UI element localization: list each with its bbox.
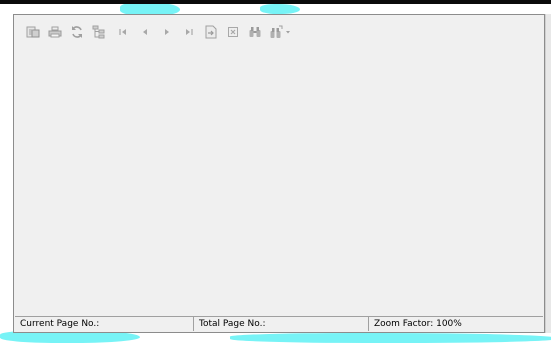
last-page-button[interactable] (178, 21, 200, 43)
zoom-factor-status: Zoom Factor: 100% (368, 317, 543, 331)
last-page-icon (186, 29, 193, 35)
group-tree-button[interactable] (88, 21, 110, 43)
zoom-button[interactable] (266, 21, 294, 43)
export-button[interactable] (22, 21, 44, 43)
next-page-icon (165, 29, 169, 35)
group-tree-icon (92, 25, 105, 39)
find-icon (249, 27, 261, 37)
background-splash (230, 333, 551, 343)
close-view-icon (228, 27, 238, 37)
goto-page-icon (205, 25, 217, 39)
print-button[interactable] (44, 21, 66, 43)
previous-page-icon (143, 29, 147, 35)
total-page-status: Total Page No.: (193, 317, 368, 331)
window-top-edge (0, 0, 551, 4)
first-page-button[interactable] (112, 21, 134, 43)
window-right-edge (545, 14, 551, 333)
report-viewer: Current Page No.: Total Page No.: Zoom F… (13, 14, 545, 333)
goto-page-button[interactable] (200, 21, 222, 43)
status-bar: Current Page No.: Total Page No.: Zoom F… (15, 316, 543, 331)
export-icon (26, 26, 40, 38)
previous-page-button[interactable] (134, 21, 156, 43)
report-toolbar (22, 21, 294, 43)
dropdown-arrow-icon (286, 31, 290, 34)
find-button[interactable] (244, 21, 266, 43)
first-page-icon (119, 29, 126, 35)
report-content-area[interactable] (15, 45, 543, 321)
current-page-status: Current Page No.: (20, 319, 100, 329)
next-page-button[interactable] (156, 21, 178, 43)
close-view-button[interactable] (222, 21, 244, 43)
zoom-icon (270, 25, 283, 38)
refresh-button[interactable] (66, 21, 88, 43)
print-icon (48, 26, 62, 38)
refresh-icon (72, 26, 82, 38)
background-splash (260, 4, 300, 14)
